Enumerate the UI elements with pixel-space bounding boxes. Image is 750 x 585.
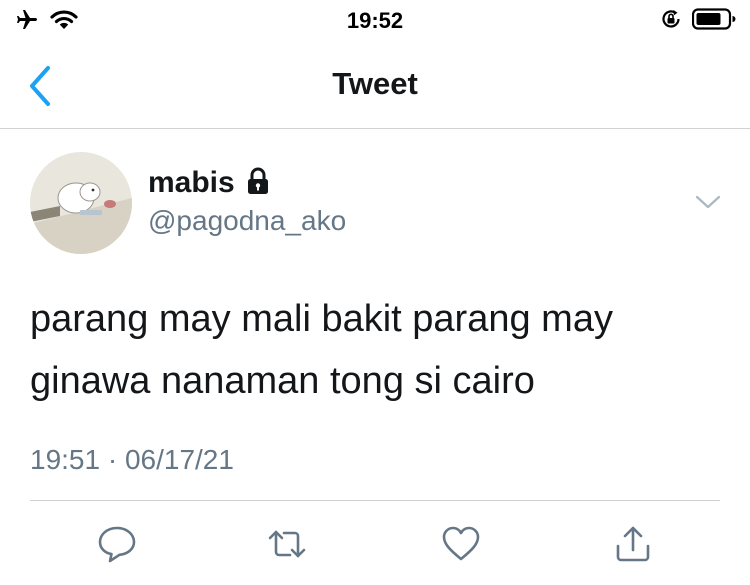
status-time: 19:52 — [346, 8, 404, 33]
status-bar: 19:52 — [0, 0, 750, 44]
like-button[interactable] — [440, 524, 482, 564]
like-icon — [440, 524, 482, 564]
page-title: Tweet — [332, 66, 418, 101]
retweet-icon — [266, 524, 308, 564]
battery-icon — [691, 8, 736, 35]
author-name-row: mabis — [148, 166, 271, 200]
user-handle[interactable]: @pagodna_ako — [148, 205, 346, 237]
retweet-button[interactable] — [266, 524, 308, 564]
orientation-lock-icon — [660, 8, 682, 35]
tweet-options-button[interactable] — [694, 192, 722, 212]
status-right-group — [660, 8, 736, 35]
chevron-down-icon — [694, 195, 722, 216]
divider — [30, 500, 720, 501]
tweet-text: parang may mali bakit parang may ginawa … — [30, 298, 613, 402]
display-name[interactable]: mabis — [148, 166, 235, 200]
share-icon — [612, 524, 654, 564]
nav-bar: Tweet — [0, 44, 750, 129]
reply-button[interactable] — [96, 524, 138, 564]
avatar[interactable] — [30, 152, 132, 254]
reply-icon — [96, 524, 138, 564]
lock-icon — [245, 167, 271, 200]
tweet-timestamp: 19:51 · 06/17/21 — [30, 444, 234, 475]
share-button[interactable] — [612, 524, 654, 564]
